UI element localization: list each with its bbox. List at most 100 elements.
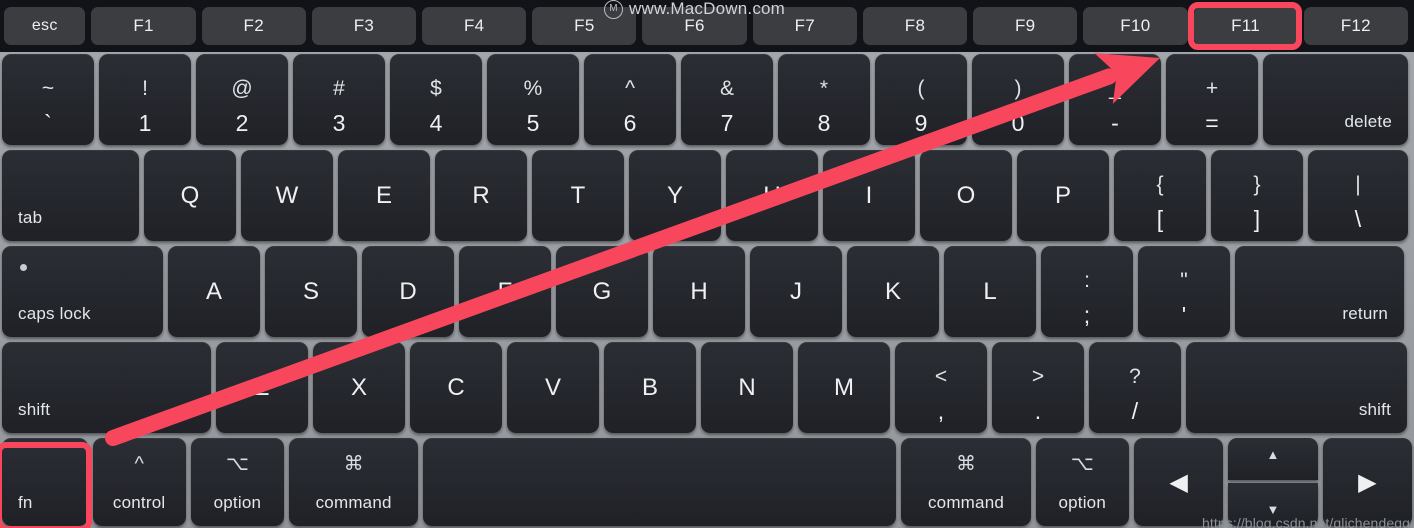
key-f2[interactable]: F2 bbox=[201, 7, 306, 45]
key-4[interactable]: $4 bbox=[390, 54, 482, 145]
key-option-right[interactable]: ⌥ option bbox=[1035, 438, 1129, 526]
key-f4-label: F4 bbox=[463, 16, 485, 35]
key-t[interactable]: T bbox=[532, 150, 624, 241]
key-capslock[interactable]: caps lock bbox=[2, 246, 163, 337]
key-2[interactable]: @2 bbox=[196, 54, 288, 145]
key-f1[interactable]: F1 bbox=[91, 7, 196, 45]
key-a[interactable]: A bbox=[168, 246, 260, 337]
key-h[interactable]: H bbox=[653, 246, 745, 337]
key-b[interactable]: B bbox=[604, 342, 696, 433]
key-m[interactable]: M bbox=[798, 342, 890, 433]
key-e[interactable]: E bbox=[338, 150, 430, 241]
key-9[interactable]: (9 bbox=[875, 54, 967, 145]
key-esc[interactable]: esc bbox=[4, 7, 86, 45]
key-u[interactable]: U bbox=[726, 150, 818, 241]
key-minus[interactable]: _ - bbox=[1069, 54, 1161, 145]
key-backslash[interactable]: | \ bbox=[1308, 150, 1408, 241]
key-fn[interactable]: fn bbox=[2, 438, 88, 526]
key-arrow-left[interactable]: ◀ bbox=[1133, 438, 1224, 526]
key-w[interactable]: W bbox=[241, 150, 333, 241]
key-bracketright-label: ] bbox=[1253, 206, 1261, 232]
key-option-left[interactable]: ⌥ option bbox=[190, 438, 285, 526]
key-r[interactable]: R bbox=[435, 150, 527, 241]
key-f2-label: F2 bbox=[243, 16, 264, 35]
key-v[interactable]: V bbox=[507, 342, 599, 433]
key-s[interactable]: S bbox=[265, 246, 357, 337]
key-command-left-label: command bbox=[315, 493, 392, 512]
key-shift-right[interactable]: shift bbox=[1186, 342, 1407, 433]
key-f8-label: F8 bbox=[904, 16, 926, 35]
key-minus-label: - bbox=[1111, 110, 1119, 136]
key-7-shift-label: & bbox=[719, 77, 734, 100]
key-c-label: C bbox=[447, 373, 465, 401]
key-minus-shift-label: _ bbox=[1109, 77, 1121, 100]
key-semicolon[interactable]: :; bbox=[1041, 246, 1133, 337]
key-f[interactable]: F bbox=[459, 246, 551, 337]
macbook-keyboard-image: esc F1 F2 F3 F4 F5 F6 F7 F8 F9 F10 F11 F12 ~ `! 1 @2 #3 $… bbox=[0, 0, 1414, 528]
key-period[interactable]: >. bbox=[992, 342, 1084, 433]
key-z[interactable]: Z bbox=[216, 342, 308, 433]
key-0[interactable]: ) 0 bbox=[972, 54, 1064, 145]
key-6[interactable]: ^ 6 bbox=[584, 54, 676, 145]
key-f10[interactable]: F10 bbox=[1083, 7, 1188, 45]
key-j-label: J bbox=[790, 277, 802, 305]
key-3[interactable]: #3 bbox=[293, 54, 385, 145]
key-p-label: P bbox=[1054, 181, 1071, 209]
key-f3[interactable]: F3 bbox=[311, 7, 417, 45]
key-7[interactable]: & 7 bbox=[681, 54, 773, 145]
key-backtick[interactable]: ~ ` bbox=[2, 54, 94, 145]
key-command-right[interactable]: ⌘ command bbox=[901, 438, 1031, 526]
key-k[interactable]: K bbox=[847, 246, 939, 337]
key-l[interactable]: L bbox=[944, 246, 1036, 337]
key-f11-label: F11 bbox=[1231, 16, 1261, 35]
key-equals[interactable]: + = bbox=[1166, 54, 1258, 145]
key-comma-shift-label: < bbox=[934, 365, 948, 388]
key-5-label: 5 bbox=[526, 110, 540, 136]
key-quote-shift-label: " bbox=[1180, 269, 1188, 292]
key-b-label: B bbox=[641, 373, 658, 401]
key-d[interactable]: D bbox=[362, 246, 454, 337]
key-delete[interactable]: delete bbox=[1263, 54, 1408, 145]
key-f9[interactable]: F9 bbox=[973, 7, 1078, 45]
key-x[interactable]: X bbox=[313, 342, 405, 433]
key-slash[interactable]: ? / bbox=[1089, 342, 1181, 433]
key-option-left-symbol-icon: ⌥ bbox=[225, 453, 249, 475]
key-period-shift-label: > bbox=[1031, 365, 1045, 388]
key-arrow-right[interactable]: ▶ bbox=[1322, 438, 1412, 526]
key-f12[interactable]: F12 bbox=[1303, 7, 1408, 45]
key-n-label: N bbox=[738, 373, 756, 401]
key-return[interactable]: return bbox=[1235, 246, 1404, 337]
key-g[interactable]: G bbox=[556, 246, 648, 337]
key-f4[interactable]: F4 bbox=[422, 7, 527, 45]
key-space[interactable] bbox=[423, 438, 897, 526]
key-comma[interactable]: <, bbox=[895, 342, 987, 433]
key-i[interactable]: I bbox=[823, 150, 915, 241]
key-shift-left[interactable]: shift bbox=[2, 342, 211, 433]
key-bracketright[interactable]: }] bbox=[1211, 150, 1303, 241]
key-arrow-updown[interactable]: ▲ ▼ bbox=[1228, 438, 1318, 526]
key-1[interactable]: ! 1 bbox=[99, 54, 191, 145]
key-c[interactable]: C bbox=[410, 342, 502, 433]
key-9-label: 9 bbox=[914, 110, 928, 136]
key-j[interactable]: J bbox=[750, 246, 842, 337]
key-esc-label: esc bbox=[31, 17, 58, 34]
key-5[interactable]: % 5 bbox=[487, 54, 579, 145]
key-v-label: V bbox=[544, 373, 561, 401]
key-bracketleft[interactable]: {[ bbox=[1114, 150, 1206, 241]
key-3-shift-label: # bbox=[333, 77, 345, 100]
key-arrow-up[interactable]: ▲ bbox=[1228, 438, 1318, 480]
key-command-left[interactable]: ⌘ command bbox=[289, 438, 419, 526]
key-arrow-right-label: ▶ bbox=[1358, 468, 1377, 496]
key-y[interactable]: Y bbox=[629, 150, 721, 241]
key-shift-right-label: shift bbox=[1358, 400, 1391, 419]
key-quote[interactable]: " ' bbox=[1138, 246, 1230, 337]
key-f11[interactable]: F11 bbox=[1193, 7, 1298, 45]
key-tab[interactable]: tab bbox=[2, 150, 139, 241]
key-f8[interactable]: F8 bbox=[862, 7, 968, 45]
key-8[interactable]: * 8 bbox=[778, 54, 870, 145]
key-p[interactable]: P bbox=[1017, 150, 1109, 241]
key-o[interactable]: O bbox=[920, 150, 1012, 241]
key-control-left[interactable]: ^ control bbox=[92, 438, 186, 526]
key-n[interactable]: N bbox=[701, 342, 793, 433]
key-q[interactable]: Q bbox=[144, 150, 236, 241]
